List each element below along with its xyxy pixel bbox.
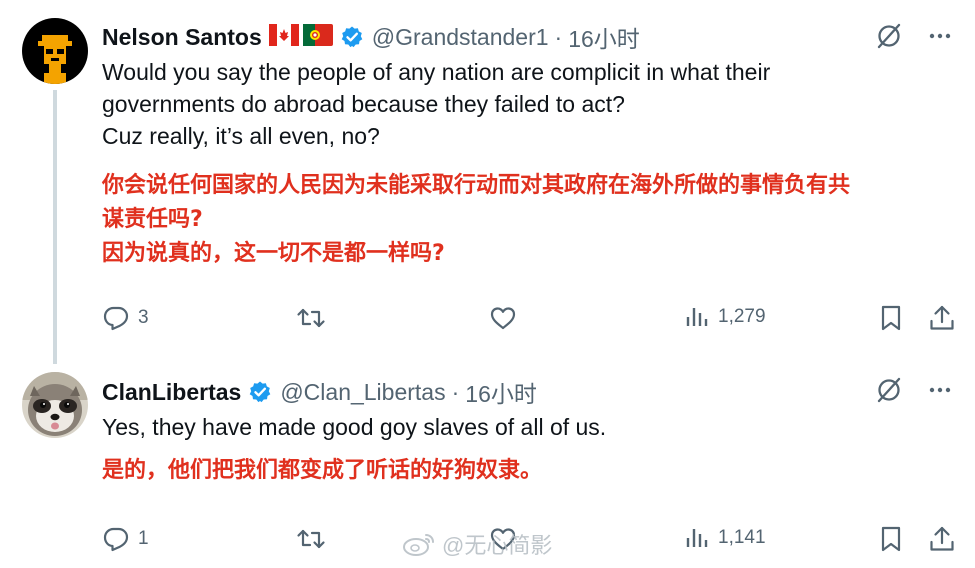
views-count: 1,141 xyxy=(718,527,766,548)
display-name[interactable]: Nelson Santos xyxy=(102,24,262,51)
separator-dot: · xyxy=(451,378,460,405)
translation-text: 你会说任何国家的人民因为未能采取行动而对其政府在海外所做的事情负有共 谋责任吗?… xyxy=(102,169,952,271)
watermark: @无心简影 xyxy=(402,528,552,560)
share-button[interactable] xyxy=(928,304,956,332)
translation-line: 你会说任何国家的人民因为未能采取行动而对其政府在海外所做的事情负有共 xyxy=(102,173,851,198)
tweet-text-line: governments do abroad because they faile… xyxy=(102,91,625,117)
translation-line: 谋责任吗? xyxy=(102,207,203,232)
like-button[interactable] xyxy=(489,304,517,332)
tweet-text-line: Yes, they have made good goy slaves of a… xyxy=(102,414,607,440)
tweet-top-actions xyxy=(875,376,953,409)
verified-badge-icon[interactable] xyxy=(340,25,364,49)
grok-icon[interactable] xyxy=(875,22,903,55)
timestamp[interactable]: 16小时 xyxy=(568,20,640,54)
more-icon[interactable] xyxy=(927,377,953,408)
reply-button[interactable]: 3 xyxy=(102,304,149,332)
views-button[interactable]: 1,141 xyxy=(684,525,766,551)
verified-badge-icon[interactable] xyxy=(248,380,272,404)
canada-flag-icon xyxy=(268,23,299,51)
handle[interactable]: @Grandstander1 xyxy=(372,24,549,51)
retweet-icon xyxy=(297,529,325,549)
tweet-text: Would you say the people of any nation a… xyxy=(102,56,952,152)
weibo-icon xyxy=(403,534,434,556)
translation-text: 是的，他们把我们都变成了听话的好狗奴隶。 xyxy=(102,454,952,488)
bookmark-icon xyxy=(881,526,901,552)
display-name[interactable]: ClanLibertas xyxy=(102,379,241,406)
timestamp[interactable]: 16小时 xyxy=(465,375,537,409)
bookmark-icon xyxy=(881,305,901,331)
tweet-text: Yes, they have made good goy slaves of a… xyxy=(102,411,952,443)
bookmark-button[interactable] xyxy=(878,304,904,332)
tweet-text-line: Would you say the people of any nation a… xyxy=(102,59,771,85)
share-icon xyxy=(930,526,954,551)
retweet-icon xyxy=(297,308,325,328)
reply-button[interactable]: 1 xyxy=(102,525,149,553)
grok-icon[interactable] xyxy=(875,376,903,409)
like-icon xyxy=(490,307,516,330)
translation-line: 因为说真的，这一切不是都一样吗? xyxy=(102,241,445,266)
views-count: 1,279 xyxy=(718,306,766,327)
reply-count: 1 xyxy=(138,528,149,549)
bookmark-button[interactable] xyxy=(878,525,904,553)
share-icon xyxy=(930,305,954,330)
portugal-flag-icon xyxy=(302,23,333,51)
tweet-action-bar: 3 1,279 xyxy=(102,304,957,334)
views-icon xyxy=(686,308,708,326)
avatar-clanlibertas[interactable] xyxy=(22,372,88,438)
reply-icon xyxy=(103,527,129,552)
watermark-text: @无心简影 xyxy=(442,533,553,558)
translation-line: 是的，他们把我们都变成了听话的好狗奴隶。 xyxy=(102,458,543,483)
more-icon[interactable] xyxy=(927,23,953,54)
separator-dot: · xyxy=(554,23,563,50)
views-button[interactable]: 1,279 xyxy=(684,304,766,330)
share-button[interactable] xyxy=(928,525,956,553)
views-icon xyxy=(686,529,708,547)
handle[interactable]: @Clan_Libertas xyxy=(280,379,445,406)
thread-line xyxy=(53,90,57,364)
tweet-header: Nelson Santos @Grandstander1 · 16小时 xyxy=(102,20,640,54)
avatar-nelson-santos[interactable] xyxy=(22,18,88,84)
retweet-button[interactable] xyxy=(296,304,326,332)
retweet-button[interactable] xyxy=(296,525,326,553)
tweet-top-actions xyxy=(875,22,953,55)
tweet-header: ClanLibertas @Clan_Libertas · 16小时 xyxy=(102,375,537,409)
reply-count: 3 xyxy=(138,307,149,328)
reply-icon xyxy=(103,306,129,331)
tweet-text-line: Cuz really, it’s all even, no? xyxy=(102,123,380,149)
